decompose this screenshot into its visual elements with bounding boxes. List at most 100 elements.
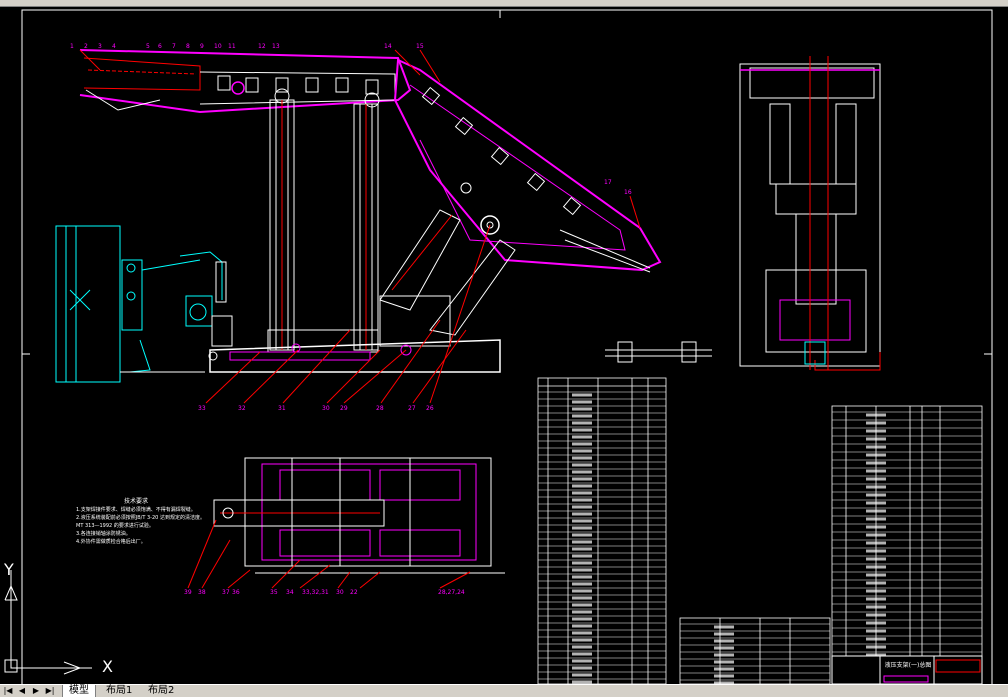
- svg-text:8: 8: [186, 43, 190, 50]
- svg-text:5: 5: [146, 43, 150, 50]
- table-cell-text: [572, 666, 592, 670]
- tab-layout2[interactable]: 布局2: [142, 685, 180, 697]
- parts-list-right-rows: [832, 411, 982, 657]
- table-cell-text: [572, 526, 592, 530]
- table-cell-text: [866, 581, 886, 585]
- table-cell-text: [572, 421, 592, 425]
- table-cell-text: [866, 525, 886, 529]
- table-cell-text: [572, 554, 592, 558]
- table-cell-text: [866, 437, 886, 441]
- title-block-label: 液压支架(一)总图: [884, 662, 932, 669]
- cad-drawing: 33 32 31 30 29 28 27 26 123 456 789 10 11 12 13…: [21, 9, 993, 684]
- svg-text:14: 14: [384, 43, 392, 50]
- ucs-x-label: X: [102, 657, 113, 676]
- table-cell-text: [866, 469, 886, 473]
- table-cell-text: [572, 659, 592, 663]
- svg-text:35: 35: [270, 589, 278, 596]
- svg-text:4: 4: [112, 43, 116, 50]
- svg-text:33: 33: [198, 405, 206, 412]
- svg-text:36: 36: [232, 589, 240, 596]
- table-cell-text: [572, 442, 592, 446]
- table-cell-text: [866, 637, 886, 641]
- svg-text:37: 37: [222, 589, 230, 596]
- last-tab-icon[interactable]: ▶|: [44, 686, 56, 696]
- table-cell-text: [714, 660, 734, 664]
- table-cell-text: [572, 512, 592, 516]
- svg-text:7: 7: [172, 43, 176, 50]
- table-cell-text: [572, 407, 592, 411]
- svg-text:34: 34: [286, 589, 294, 596]
- table-cell-text: [866, 557, 886, 561]
- table-cell-text: [572, 505, 592, 509]
- drawing-canvas[interactable]: 33 32 31 30 29 28 27 26 123 456 789 10 11 12 13…: [0, 0, 1008, 684]
- table-cell-text: [572, 589, 592, 593]
- table-cell-text: [714, 646, 734, 650]
- svg-text:13: 13: [272, 43, 280, 50]
- table-cell-text: [866, 501, 886, 505]
- table-cell-text: [866, 493, 886, 497]
- tab-model[interactable]: 模型: [62, 685, 96, 697]
- table-cell-text: [866, 461, 886, 465]
- table-cell-text: [866, 413, 886, 417]
- table-cell-text: [866, 549, 886, 553]
- table-cell-text: [866, 453, 886, 457]
- table-cell-text: [572, 540, 592, 544]
- table-cell-text: [572, 477, 592, 481]
- table-cell-text: [572, 617, 592, 621]
- table-cell-text: [572, 400, 592, 404]
- svg-text:17: 17: [604, 179, 612, 186]
- tech-req-line: 1.支架焊接件要求、焊缝必须饱满、不得有漏焊裂缝。: [76, 507, 196, 513]
- table-cell-text: [714, 653, 734, 657]
- svg-text:32: 32: [238, 405, 246, 412]
- svg-text:12: 12: [258, 43, 266, 50]
- svg-text:30: 30: [322, 405, 330, 412]
- svg-text:22: 22: [350, 589, 358, 596]
- tech-req-line: MT 313—1992 的要求进行试验。: [76, 523, 154, 529]
- table-cell-text: [572, 519, 592, 523]
- table-cell-text: [866, 565, 886, 569]
- table-cell-text: [572, 645, 592, 649]
- table-cell-text: [866, 485, 886, 489]
- table-cell-text: [572, 561, 592, 565]
- table-cell-text: [714, 674, 734, 678]
- table-cell-text: [572, 638, 592, 642]
- svg-text:1: 1: [70, 43, 74, 50]
- table-cell-text: [572, 428, 592, 432]
- first-tab-icon[interactable]: |◀: [2, 686, 14, 696]
- table-cell-text: [866, 573, 886, 577]
- prev-tab-icon[interactable]: ◀: [16, 686, 28, 696]
- svg-text:2: 2: [84, 43, 88, 50]
- table-cell-text: [866, 613, 886, 617]
- table-cell-text: [572, 610, 592, 614]
- plan-view: 39 38 37 36 35 34 33,32,31 30 22 28,27,24: [184, 457, 505, 596]
- svg-text:10: 10: [214, 43, 222, 50]
- table-cell-text: [572, 470, 592, 474]
- table-cell-text: [866, 629, 886, 633]
- svg-text:31: 31: [278, 405, 286, 412]
- table-cell-text: [866, 477, 886, 481]
- table-cell-text: [572, 547, 592, 551]
- svg-text:3: 3: [98, 43, 102, 50]
- svg-text:6: 6: [158, 43, 162, 50]
- table-cell-text: [866, 445, 886, 449]
- svg-text:38: 38: [198, 589, 206, 596]
- table-cell-text: [572, 624, 592, 628]
- table-cell-text: [866, 429, 886, 433]
- tab-layout1[interactable]: 布局1: [100, 685, 138, 697]
- table-cell-text: [572, 582, 592, 586]
- table-cell-text: [572, 498, 592, 502]
- table-cell-text: [572, 456, 592, 460]
- table-cell-text: [572, 393, 592, 397]
- svg-text:11: 11: [228, 43, 236, 50]
- table-cell-text: [866, 509, 886, 513]
- tech-req-line: 3.各连接销轴涂防锈油。: [76, 531, 131, 537]
- table-cell-text: [572, 414, 592, 418]
- table-cell-text: [572, 449, 592, 453]
- next-tab-icon[interactable]: ▶: [30, 686, 42, 696]
- side-elevation-view: 33 32 31 30 29 28 27 26 123 456 789 10 11 12 13…: [55, 43, 662, 412]
- table-cell-text: [572, 652, 592, 656]
- table-cell-text: [572, 435, 592, 439]
- table-cell-text: [866, 621, 886, 625]
- table-cell-text: [572, 631, 592, 635]
- table-cell-text: [866, 533, 886, 537]
